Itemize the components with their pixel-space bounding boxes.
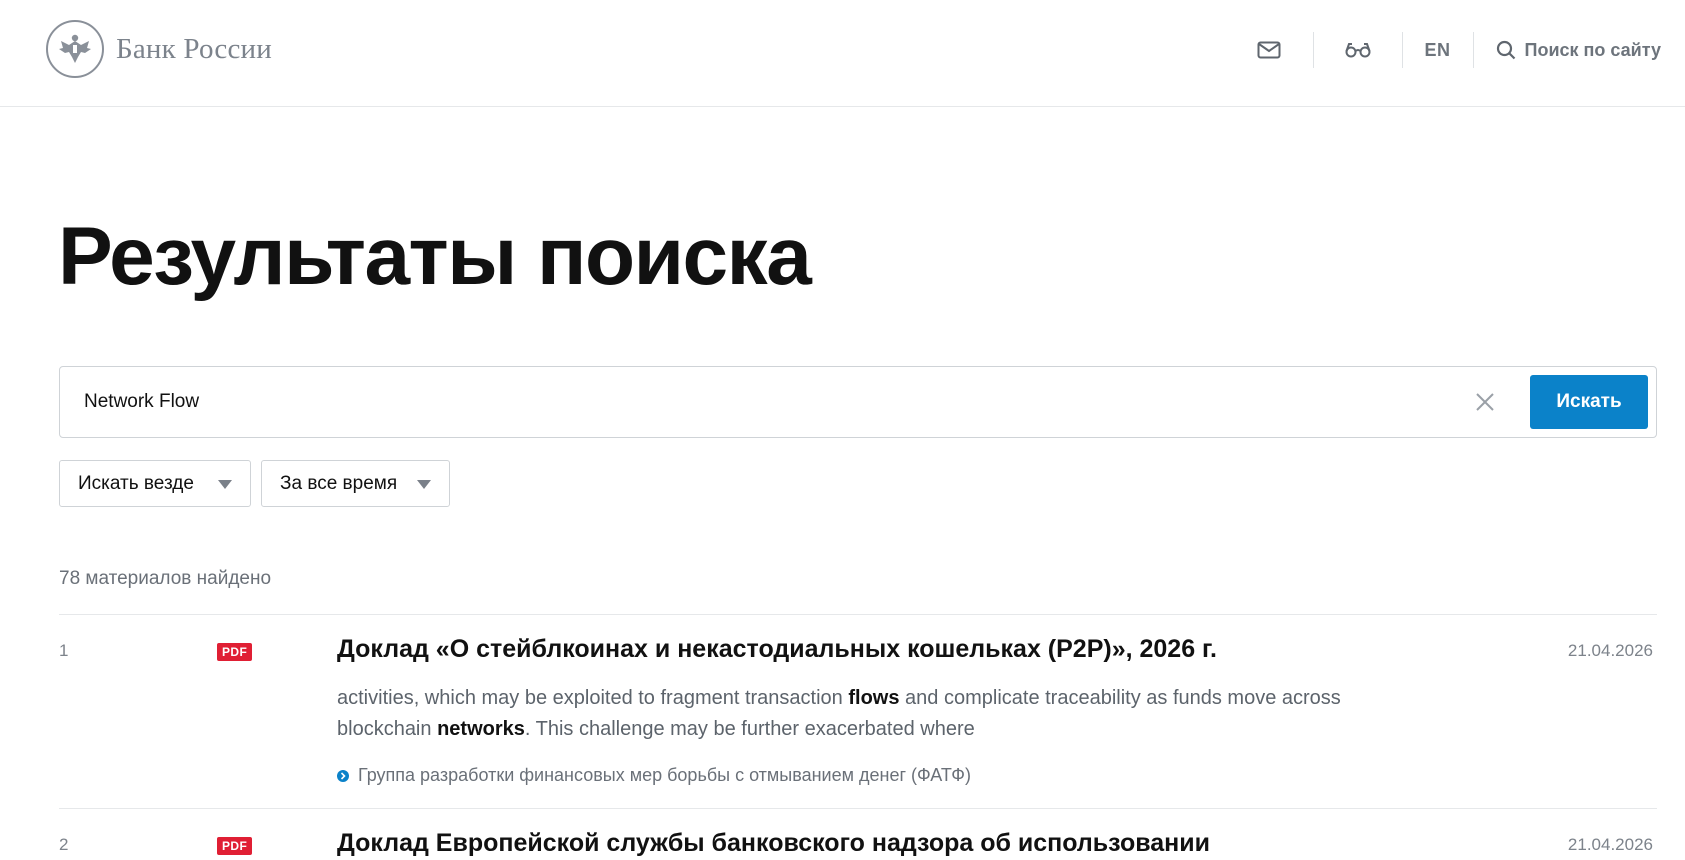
filter-where-label: Искать везде <box>78 472 194 494</box>
result-number: 1 <box>59 641 69 660</box>
search-submit-button[interactable]: Искать <box>1530 375 1648 429</box>
page-title: Результаты поиска <box>58 211 812 302</box>
result-date: 21.04.2026 <box>1567 641 1653 660</box>
pdf-badge: PDF <box>217 643 253 661</box>
result-source-link[interactable]: Группа разработки финансовых мер борьбы … <box>337 765 971 786</box>
site-header: Банк России EN Поиск по сайту <box>0 0 1685 107</box>
filter-time-dropdown[interactable]: За все время <box>261 460 450 507</box>
pdf-badge: PDF <box>217 837 253 855</box>
search-box: Искать <box>59 366 1657 438</box>
snippet-text: activities, which may be exploited to fr… <box>337 687 849 709</box>
result-date: 21.04.2026 <box>1567 835 1653 854</box>
results-count: 78 материалов найдено <box>59 568 272 589</box>
search-input[interactable] <box>84 367 1464 437</box>
filter-time-label: За все время <box>280 472 398 494</box>
header-divider <box>1312 32 1314 68</box>
result-snippet: activities, which may be exploited to fr… <box>337 683 1357 745</box>
site-search-link[interactable]: Поиск по сайту <box>1496 30 1661 70</box>
caret-down-icon <box>417 480 431 489</box>
double-eagle-emblem-icon <box>46 20 104 78</box>
snippet-highlight: networks <box>437 718 525 740</box>
filter-where-dropdown[interactable]: Искать везде <box>59 460 251 507</box>
result-source-label: Группа разработки финансовых мер борьбы … <box>358 765 971 785</box>
snippet-text: . This challenge may be further exacerba… <box>524 718 975 740</box>
result-number: 2 <box>59 835 69 854</box>
caret-down-icon <box>218 480 232 489</box>
result-title-link[interactable]: Доклад Европейской службы банковского на… <box>337 829 1210 858</box>
header-tools: EN Поиск по сайту <box>1247 30 1661 70</box>
language-switch[interactable]: EN <box>1425 30 1451 70</box>
glasses-icon[interactable] <box>1336 30 1380 70</box>
header-divider <box>1401 32 1403 68</box>
logo-text: Банк России <box>116 32 272 65</box>
snippet-highlight: flows <box>848 687 900 709</box>
results-divider <box>59 808 1657 809</box>
logo-link[interactable]: Банк России <box>46 20 272 78</box>
result-title-link[interactable]: Доклад «О стейблкоинах и некастодиальных… <box>337 635 1217 664</box>
mail-icon[interactable] <box>1247 30 1291 70</box>
site-search-label: Поиск по сайту <box>1524 39 1661 60</box>
search-icon <box>1496 40 1515 60</box>
header-divider <box>1472 32 1474 68</box>
results-divider <box>59 614 1657 615</box>
chevron-right-icon <box>337 769 349 782</box>
close-icon[interactable] <box>1472 389 1498 415</box>
